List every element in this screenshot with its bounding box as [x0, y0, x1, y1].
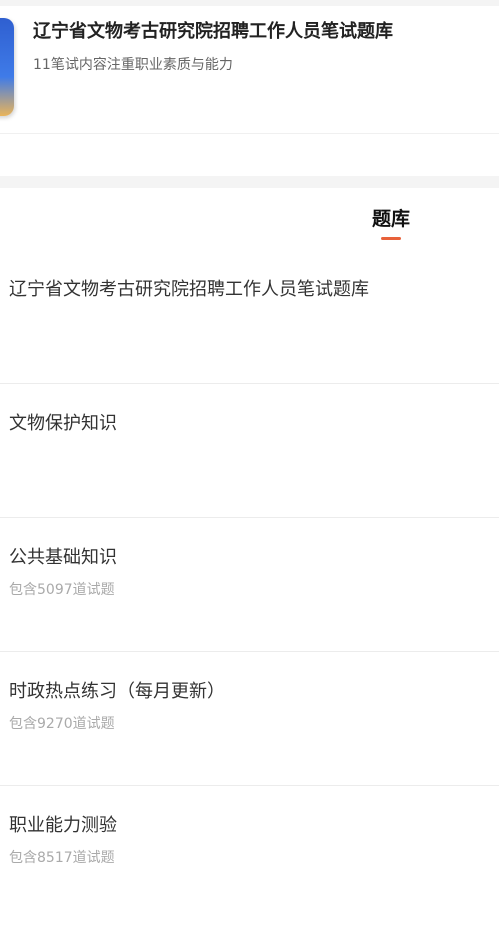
question-bank-list: 辽宁省文物考古研究院招聘工作人员笔试题库 文物保护知识 公共基础知识 包含509… — [0, 250, 499, 920]
tab-label: 题库 — [371, 208, 410, 230]
item-title: 时政热点练习（每月更新） — [9, 681, 225, 702]
item-title: 文物保护知识 — [9, 413, 117, 434]
list-item[interactable]: 时政热点练习（每月更新） 包含9270道试题 — [0, 652, 499, 786]
section-divider — [0, 176, 499, 188]
item-title: 公共基础知识 — [9, 547, 117, 568]
item-question-count: 包含9270道试题 — [9, 716, 115, 732]
item-title: 辽宁省文物考古研究院招聘工作人员笔试题库 — [9, 279, 369, 300]
book-cover-icon — [0, 18, 14, 116]
list-item[interactable]: 职业能力测验 包含8517道试题 — [0, 786, 499, 920]
active-tab-indicator — [381, 237, 401, 240]
header-title: 辽宁省文物考古研究院招聘工作人员笔试题库 — [33, 21, 393, 42]
header-subtitle: 11笔试内容注重职业素质与能力 — [33, 57, 233, 73]
item-question-count: 包含5097道试题 — [9, 582, 115, 598]
list-item[interactable]: 文物保护知识 — [0, 384, 499, 518]
item-question-count: 包含8517道试题 — [9, 850, 115, 866]
item-title: 职业能力测验 — [9, 815, 117, 836]
list-item[interactable]: 公共基础知识 包含5097道试题 — [0, 518, 499, 652]
tab-question-bank[interactable]: 题库 — [362, 205, 420, 240]
question-bank-header[interactable]: 辽宁省文物考古研究院招聘工作人员笔试题库 11笔试内容注重职业素质与能力 — [0, 6, 499, 134]
list-item[interactable]: 辽宁省文物考古研究院招聘工作人员笔试题库 — [0, 250, 499, 384]
